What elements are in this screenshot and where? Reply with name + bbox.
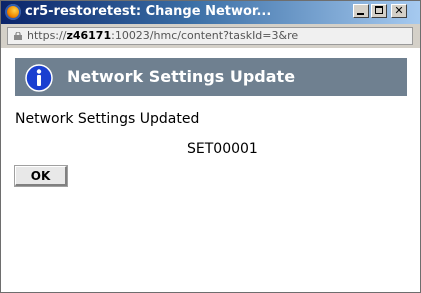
- url-prefix: https://: [27, 29, 67, 42]
- lock-icon: [14, 32, 22, 40]
- url-rest: :10023/hmc/content?taskId=3&re: [111, 29, 299, 42]
- maximize-icon: [375, 6, 383, 14]
- url-field[interactable]: https://z46171:10023/hmc/content?taskId=…: [7, 27, 413, 45]
- window-title: cr5-restoretest: Change Networ...: [25, 4, 272, 19]
- message-code: SET00001: [187, 141, 258, 157]
- minimize-icon: [357, 13, 364, 15]
- maximize-button[interactable]: [371, 4, 387, 18]
- dialog-title: Network Settings Update: [67, 67, 296, 86]
- dialog-header: Network Settings Update: [15, 58, 407, 96]
- browser-window: cr5-restoretest: Change Networ... ✕ http…: [0, 0, 421, 293]
- close-icon: ✕: [394, 4, 404, 17]
- page-content: Network Settings Update Network Settings…: [1, 48, 420, 292]
- address-bar: https://z46171:10023/hmc/content?taskId=…: [1, 24, 420, 48]
- url-text: https://z46171:10023/hmc/content?taskId=…: [27, 29, 409, 43]
- ok-button[interactable]: OK: [14, 165, 68, 187]
- minimize-button[interactable]: [353, 4, 369, 18]
- status-message: Network Settings Updated: [15, 111, 200, 127]
- browser-icon: [5, 4, 21, 20]
- close-button[interactable]: ✕: [391, 4, 407, 18]
- info-icon: [25, 64, 53, 92]
- url-host: z46171: [66, 29, 112, 42]
- title-bar[interactable]: cr5-restoretest: Change Networ... ✕: [1, 1, 420, 24]
